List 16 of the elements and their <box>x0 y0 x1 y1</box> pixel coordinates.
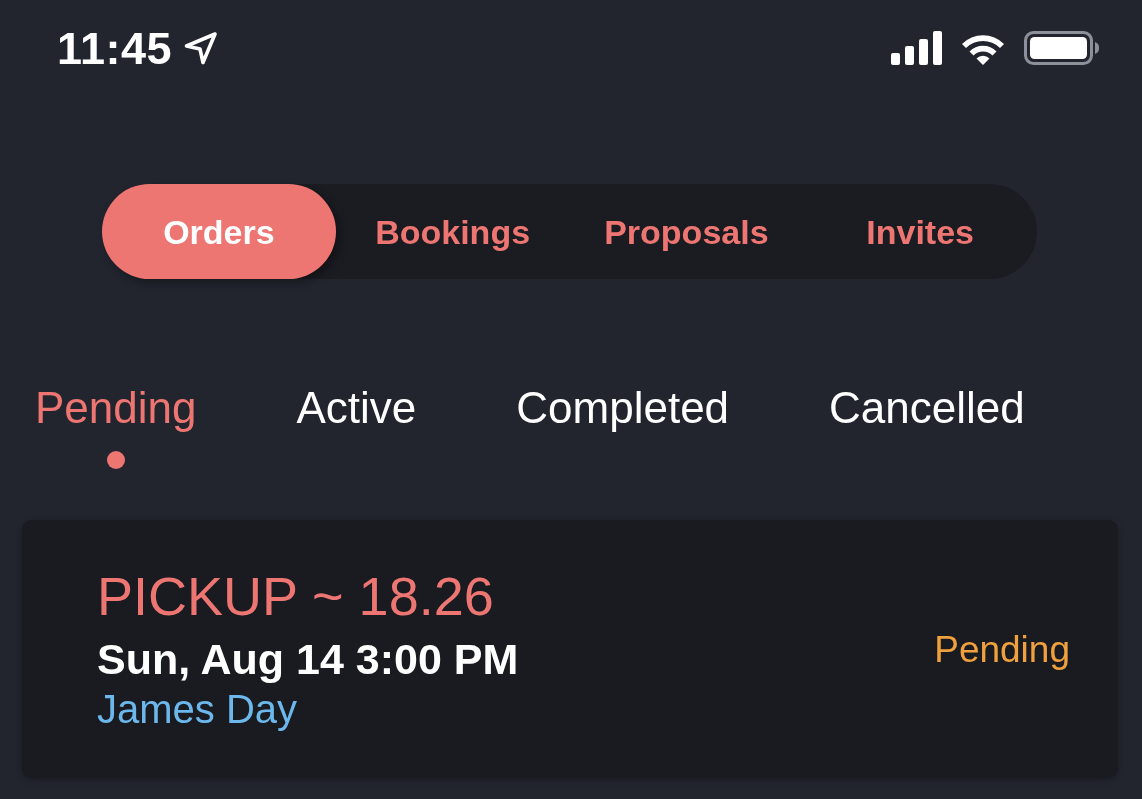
order-status: Pending <box>934 630 1070 668</box>
status-tab[interactable]: Active <box>296 386 417 430</box>
location-arrow-icon <box>184 31 219 65</box>
order-datetime: Sun, Aug 14 3:00 PM <box>97 633 519 685</box>
order-card[interactable]: PICKUP ~ 18.26 Sun, Aug 14 3:00 PM James Day Pending <box>22 520 1118 778</box>
order-title: PICKUP ~ 18.26 <box>97 565 495 626</box>
signal-icon <box>891 31 942 65</box>
status-tab[interactable]: Completed <box>516 386 730 430</box>
segment-tab[interactable]: Proposals <box>569 184 804 279</box>
clock-time: 11:45 <box>57 25 173 71</box>
segment-tab[interactable]: Bookings <box>335 184 570 279</box>
battery-icon <box>1024 31 1100 65</box>
status-tab[interactable]: Cancelled <box>829 386 1025 430</box>
customer-name: James Day <box>97 685 299 733</box>
status-tab[interactable]: Pending <box>35 386 197 469</box>
segment-tab[interactable]: Invites <box>803 184 1037 279</box>
